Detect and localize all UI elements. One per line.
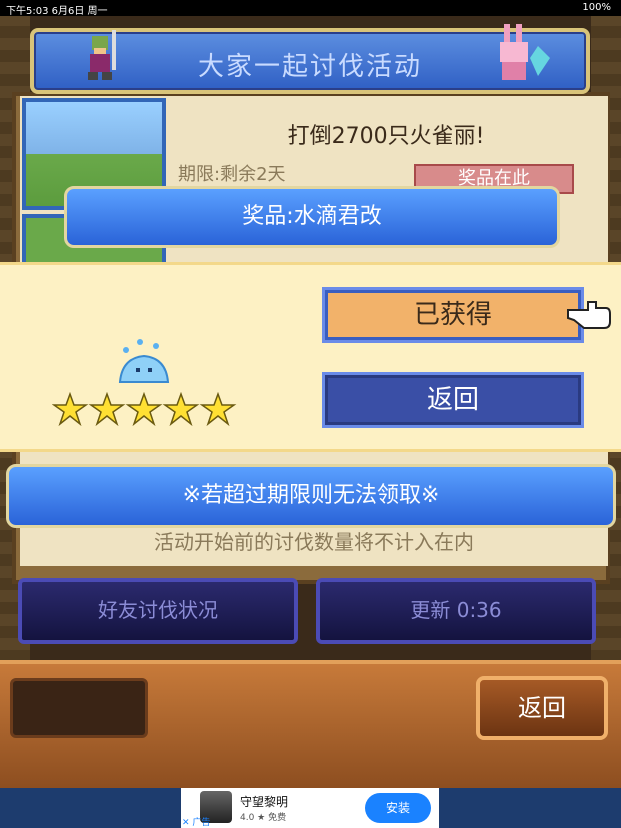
star-icon: [162, 392, 200, 427]
reward-dialog-title: 奖品:水滴君改: [64, 186, 560, 248]
star-icon: [125, 392, 163, 427]
star-icon: [52, 392, 89, 427]
battery-label: 100%: [582, 2, 611, 13]
status-bar: 下午5:03 6月6日 周一 100%: [0, 0, 621, 17]
expire-notice-text: ※若超过期限则无法领取※: [182, 483, 440, 508]
ad-app-rating: 4.0 ★ 免费: [240, 813, 287, 823]
footer-back-button[interactable]: 返回: [476, 676, 608, 740]
mission-text: 打倒2700只火雀丽!: [287, 124, 485, 149]
ad-close-tag[interactable]: ✕ 广告: [182, 815, 210, 828]
obtained-label: 已获得: [413, 300, 492, 330]
dialog-back-label: 返回: [426, 385, 479, 415]
dialog-back-button[interactable]: 返回: [322, 372, 584, 428]
footer-empty-slot: [10, 678, 148, 738]
friends-status-label: 好友讨伐状况: [98, 598, 218, 622]
status-time: 下午5:03 6月6日 周一: [6, 6, 108, 17]
obtained-button[interactable]: 已获得: [322, 287, 584, 343]
star-rating: [52, 392, 237, 427]
hand-pointer-icon: [567, 301, 611, 329]
friends-status-button[interactable]: 好友讨伐状况: [18, 578, 298, 644]
water-slime-icon: [118, 339, 170, 383]
bunny-sprite-icon: [500, 24, 550, 80]
bottom-note: 活动开始前的讨伐数量将不计入在内: [154, 530, 474, 554]
footer-back-label: 返回: [518, 694, 566, 722]
refresh-label: 更新 0:36: [410, 598, 502, 622]
star-icon: [199, 392, 237, 427]
ad-app-name: 守望黎明: [240, 795, 289, 809]
knight-sprite-icon: [88, 30, 116, 80]
reward-name: 奖品:水滴君改: [242, 204, 382, 229]
expire-notice: ※若超过期限则无法领取※: [6, 464, 616, 528]
star-icon: [88, 392, 126, 427]
ad-install-button[interactable]: 安装: [365, 793, 431, 823]
refresh-button[interactable]: 更新 0:36: [316, 578, 596, 644]
